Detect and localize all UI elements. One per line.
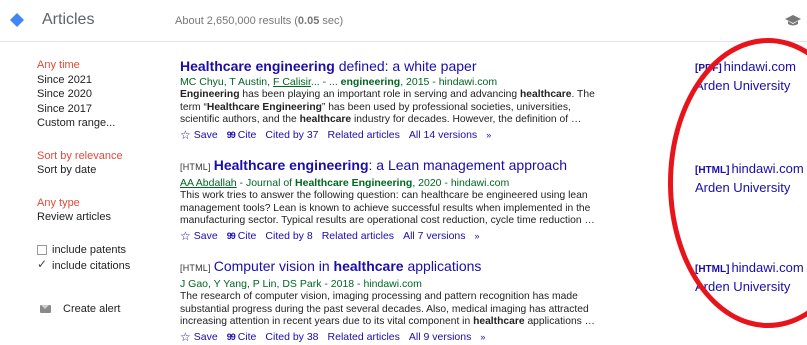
snippet-text: industry for decades. However, the defin…	[351, 114, 582, 126]
result-actions: ☆ Save 99 Cite Cited by 38 Related artic…	[180, 330, 600, 344]
snippet-text: This work tries to answer the following …	[180, 190, 595, 227]
result-title[interactable]: [HTML] Healthcare engineering: a Lean man…	[180, 157, 600, 176]
sort-by-date[interactable]: Sort by date	[37, 163, 162, 178]
versions-link[interactable]: All 14 versions	[409, 128, 477, 142]
cite-link[interactable]: Cite	[238, 229, 257, 243]
snippet-text: healthcare	[299, 114, 352, 126]
versions-link[interactable]: All 7 versions	[403, 229, 465, 243]
more-chevron-icon[interactable]: »	[486, 128, 491, 142]
result-authors: AA Abdallah - Journal of Healthcare Engi…	[180, 177, 510, 189]
snippet-text: has been playing an important role in se…	[239, 89, 520, 100]
save-link[interactable]: Save	[194, 229, 218, 243]
filter-any-time[interactable]: Any time	[37, 58, 162, 73]
type-review-articles[interactable]: Review articles	[37, 210, 162, 225]
cite-quote-icon[interactable]: 99	[227, 128, 236, 142]
author-link[interactable]: AA Abdallah	[180, 177, 237, 189]
result-snippet: This work tries to answer the following …	[180, 190, 600, 228]
type-group: Any type Review articles	[37, 196, 162, 225]
html-tag: [HTML]	[180, 162, 211, 172]
cited-by-link[interactable]: Cited by 8	[265, 229, 312, 243]
filter-since-2020[interactable]: Since 2020	[37, 87, 162, 102]
cite-link[interactable]: Cite	[238, 128, 257, 142]
include-citations-label: include citations	[52, 260, 131, 272]
result-authors: MC Chyu, T Austin, F Calisir... - ... en…	[180, 76, 498, 88]
filter-since-2017[interactable]: Since 2017	[37, 102, 162, 117]
result-authors: J Gao, Y Yang, P Lin, DS Park - 2018 - h…	[180, 278, 422, 290]
header: Articles About 2,650,000 results (0.05 s…	[0, 0, 807, 42]
result-snippet: Engineering has been playing an importan…	[180, 89, 600, 127]
cited-by-link[interactable]: Cited by 37	[265, 128, 318, 142]
create-alert-label: Create alert	[63, 303, 121, 315]
save-link[interactable]: Save	[194, 330, 218, 344]
related-articles-link[interactable]: Related articles	[328, 128, 400, 142]
save-link[interactable]: Save	[194, 128, 218, 142]
include-citations-row[interactable]: ✓ include citations	[37, 257, 162, 274]
related-articles-link[interactable]: Related articles	[328, 330, 400, 344]
star-icon[interactable]: ☆	[180, 229, 191, 243]
more-chevron-icon[interactable]: »	[475, 229, 480, 243]
include-citations-checkbox[interactable]: ✓	[37, 257, 48, 272]
result-actions: ☆ Save 99 Cite Cited by 37 Related artic…	[180, 128, 600, 142]
include-patents-row[interactable]: include patents	[37, 243, 162, 258]
star-icon[interactable]: ☆	[180, 330, 191, 344]
snippet-text: Healthcare Engineering	[206, 101, 322, 113]
snippet-text: healthcare	[473, 316, 525, 328]
search-result-2: [HTML] Healthcare engineering: a Lean man…	[180, 157, 600, 243]
html-tag: [HTML]	[180, 263, 211, 273]
more-chevron-icon[interactable]: »	[480, 330, 485, 344]
page-title: Articles	[42, 11, 95, 28]
search-result-1: Healthcare engineering defined: a white …	[180, 58, 600, 142]
snippet-text: applications …	[524, 316, 595, 328]
results-stats: About 2,650,000 results (0.05 sec)	[175, 15, 344, 27]
cite-quote-icon[interactable]: 99	[227, 330, 236, 344]
scholar-results-page: Articles About 2,650,000 results (0.05 s…	[0, 0, 807, 345]
related-articles-link[interactable]: Related articles	[322, 229, 394, 243]
type-any[interactable]: Any type	[37, 196, 162, 211]
create-alert-link[interactable]: Create alert	[40, 303, 120, 315]
include-patents-checkbox[interactable]	[37, 244, 47, 255]
filter-custom-range[interactable]: Custom range...	[37, 116, 162, 131]
graduation-cap-icon[interactable]	[785, 14, 801, 28]
include-patents-label: include patents	[52, 243, 126, 256]
check-icon: ✓	[37, 257, 48, 272]
time-filter-group: Any time Since 2021 Since 2020 Since 201…	[37, 58, 162, 131]
scholar-logo-icon[interactable]	[9, 12, 25, 28]
versions-link[interactable]: All 9 versions	[409, 330, 471, 344]
mail-icon	[40, 305, 51, 313]
sidebar: Any time Since 2021 Since 2020 Since 201…	[37, 58, 162, 276]
sort-by-relevance[interactable]: Sort by relevance	[37, 149, 162, 164]
snippet-text: healthcare	[520, 89, 572, 100]
search-result-3: [HTML] Computer vision in healthcare appl…	[180, 258, 600, 344]
filter-since-2021[interactable]: Since 2021	[37, 73, 162, 88]
sort-group: Sort by relevance Sort by date	[37, 149, 162, 178]
result-snippet: The research of computer vision, imaging…	[180, 291, 600, 329]
result-actions: ☆ Save 99 Cite Cited by 8 Related articl…	[180, 229, 600, 243]
star-icon[interactable]: ☆	[180, 128, 191, 142]
cited-by-link[interactable]: Cited by 38	[265, 330, 318, 344]
result-title[interactable]: Healthcare engineering defined: a white …	[180, 58, 600, 75]
cite-quote-icon[interactable]: 99	[227, 229, 236, 243]
snippet-text: Engineering	[180, 89, 240, 100]
author-link[interactable]: F Calisir	[273, 76, 311, 88]
red-annotation-circle	[668, 38, 807, 328]
cite-link[interactable]: Cite	[238, 330, 257, 344]
result-title[interactable]: [HTML] Computer vision in healthcare appl…	[180, 258, 600, 277]
